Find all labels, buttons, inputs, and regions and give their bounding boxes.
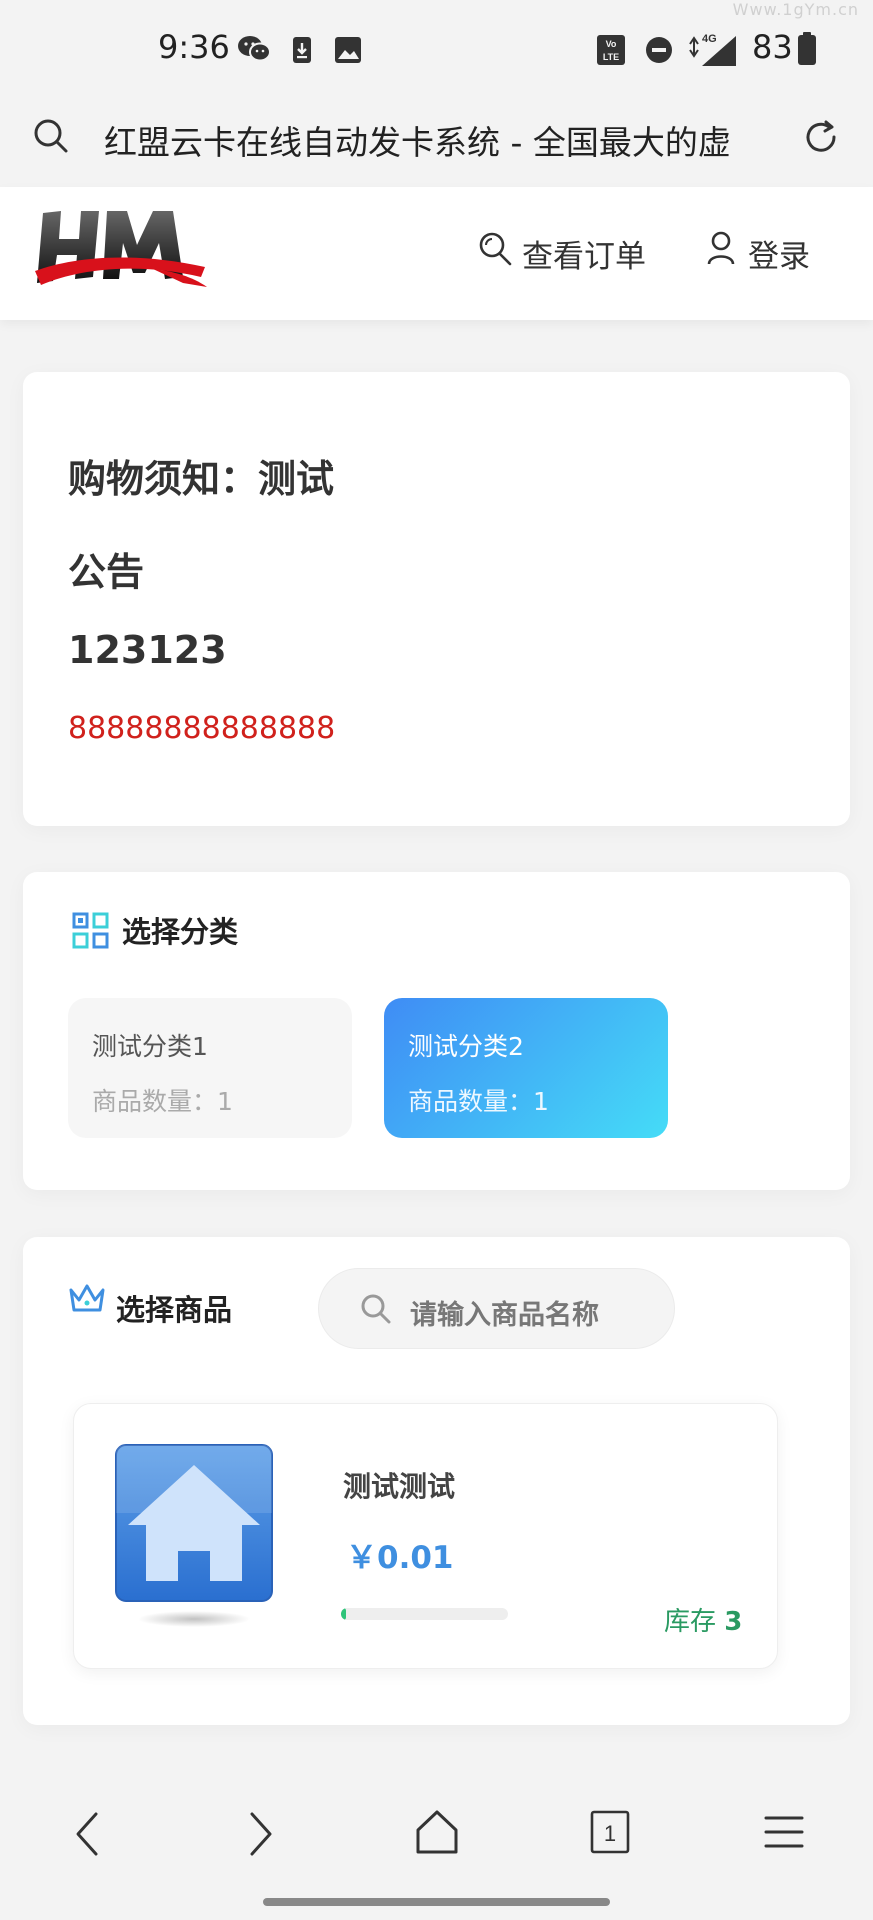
- site-logo[interactable]: [33, 207, 209, 299]
- watermark: Www.1gYm.cn: [732, 0, 859, 19]
- product-search-icon: [361, 1294, 391, 1324]
- order-search-icon[interactable]: [478, 230, 514, 268]
- image-icon: [335, 37, 361, 63]
- category-item-1-count: 商品数量：1: [92, 1087, 233, 1116]
- nav-login[interactable]: 登录: [748, 231, 810, 276]
- stock-value: 3: [724, 1607, 743, 1637]
- notice-highlight: 88888888888888: [68, 711, 336, 746]
- url-title[interactable]: 红盟云卡在线自动发卡系统 - 全国最大的虚: [104, 116, 774, 164]
- product-price: ￥0.01: [346, 1540, 454, 1576]
- status-time: 9:36: [158, 28, 230, 66]
- crown-icon: [69, 1284, 105, 1312]
- svg-text:LTE: LTE: [603, 52, 619, 62]
- notice-card: [23, 372, 850, 826]
- svg-text:Vo: Vo: [606, 39, 617, 49]
- category-item-2-count: 商品数量：1: [408, 1087, 549, 1116]
- reload-icon[interactable]: [802, 118, 840, 156]
- battery-icon: [798, 32, 816, 65]
- product-home-image: [115, 1444, 273, 1627]
- svg-text:1: 1: [604, 1821, 616, 1846]
- stock-label: 库存 3: [664, 1601, 742, 1638]
- stock-label-text: 库存: [664, 1607, 717, 1637]
- nav-view-orders[interactable]: 查看订单: [522, 231, 646, 276]
- download-icon: [293, 37, 311, 63]
- category-section-title: 选择分类: [122, 915, 239, 949]
- product-name: 测试测试: [343, 1470, 456, 1503]
- battery-level: 83: [752, 28, 793, 66]
- home-icon[interactable]: [414, 1808, 460, 1856]
- search-icon[interactable]: [33, 118, 69, 154]
- notice-number: 123123: [68, 628, 227, 672]
- stock-progress-bar: [341, 1608, 508, 1620]
- product-search-placeholder: 请输入商品名称: [410, 1300, 599, 1331]
- tabs-icon[interactable]: 1: [590, 1810, 630, 1854]
- stock-progress-fill: [341, 1608, 346, 1620]
- volte-icon: Vo LTE: [597, 35, 625, 65]
- category-item-1-name: 测试分类1: [92, 1032, 208, 1061]
- wechat-icon: [238, 36, 271, 62]
- forward-icon[interactable]: [244, 1810, 278, 1858]
- product-section-title: 选择商品: [116, 1293, 233, 1327]
- notice-heading: 公告: [68, 550, 145, 594]
- category-item-2-name: 测试分类2: [408, 1032, 524, 1061]
- dnd-icon: [646, 37, 672, 63]
- home-indicator: [263, 1898, 610, 1906]
- signal-icon: 4G: [689, 33, 736, 66]
- menu-icon[interactable]: [764, 1814, 804, 1850]
- notice-title: 购物须知：测试: [68, 457, 335, 501]
- back-icon[interactable]: [70, 1810, 104, 1858]
- category-grid-icon: [72, 912, 109, 949]
- user-icon[interactable]: [706, 230, 736, 266]
- svg-text:4G: 4G: [702, 33, 717, 45]
